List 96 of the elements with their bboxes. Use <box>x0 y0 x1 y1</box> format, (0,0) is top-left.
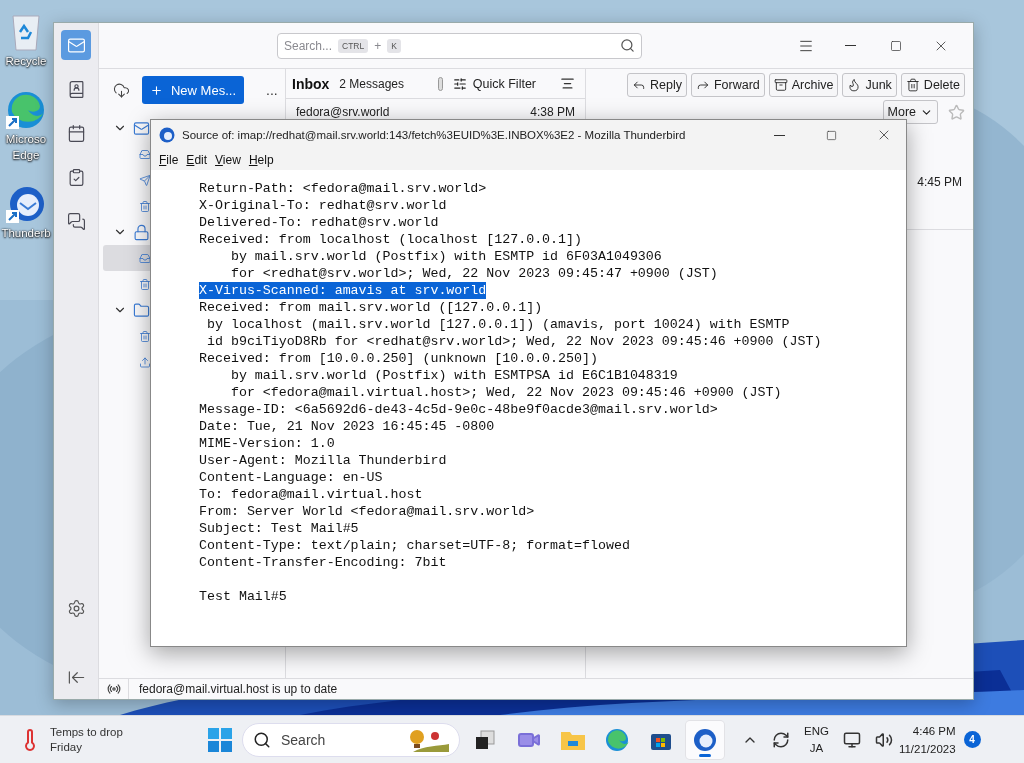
mail-button[interactable] <box>61 30 91 60</box>
desktop-icon-label: Thunderb <box>1 226 51 240</box>
edge-browser-icon <box>605 727 629 752</box>
archive-button[interactable]: Archive <box>768 73 839 97</box>
source-line: by mail.srv.world (Postfix) with ESMTPSA id E6C1B1048319 <box>229 367 678 384</box>
menu-item[interactable]: View <box>211 153 245 167</box>
source-line: by localhost (mail.srv.world [127.0.0.1]) (amavis, port 10024) with ESMTP <box>205 316 790 333</box>
connection-icon <box>106 682 121 696</box>
more-menu-button[interactable]: More <box>882 100 938 124</box>
source-line: User-Agent: Mozilla Thunderbird <box>199 452 447 469</box>
collapse-icon[interactable] <box>66 668 86 687</box>
archive-icon <box>773 78 788 92</box>
maximize-icon <box>826 129 837 141</box>
clock[interactable]: 4:46 PM 11/21/2023 <box>898 721 956 758</box>
forward-icon <box>695 78 710 92</box>
star-icon[interactable] <box>948 103 965 121</box>
filter-icon <box>452 76 467 91</box>
reply-icon <box>631 78 646 92</box>
source-line: From: Server World <fedora@mail.srv.world> <box>199 503 535 520</box>
calendar-icon <box>66 123 86 143</box>
envelope-icon <box>133 119 150 137</box>
folder-title: Inbox <box>292 75 330 92</box>
desktop-icon-label: Recycle <box>5 54 47 68</box>
source-line: Received: from localhost (localhost [127.0.0.1]) <box>199 231 582 248</box>
source-line: Content-Type: text/plain; charset=UTF-8; format=flowed <box>199 537 630 554</box>
edge-browser-icon[interactable] <box>6 90 46 130</box>
recycle-bin-icon[interactable] <box>9 12 43 52</box>
trash-icon <box>905 78 920 92</box>
message-date: 4:45 PM <box>917 175 962 189</box>
start-icon[interactable] <box>208 727 232 752</box>
source-line: Received: from mail.srv.world ([127.0.0.1]) <box>199 299 543 316</box>
sync-icon[interactable] <box>772 730 790 749</box>
desktop-icon-label: Microso <box>5 132 47 146</box>
notification-count[interactable]: 4 <box>963 731 981 748</box>
source-line: Test Mail#5 <box>199 588 287 605</box>
sender: fedora@srv.world <box>296 104 390 119</box>
quick-filter-button[interactable]: Quick Filter <box>452 76 536 91</box>
source-line: Date: Tue, 21 Nov 2023 16:45:45 -0800 <box>199 418 495 435</box>
time: 4:38 PM <box>530 104 575 119</box>
delete-button[interactable]: Delete <box>900 73 965 97</box>
flame-icon <box>847 78 862 92</box>
plus-sign: + <box>374 38 382 53</box>
task-view-icon <box>474 728 496 751</box>
source-line: Message-ID: <6a5692d6-de43-4c5d-9e0c-48be9f0acde3@mail.srv.world> <box>199 401 718 418</box>
source-line: Content-Language: en-US <box>199 469 383 486</box>
source-line: Subject: Test Mail#5 <box>199 520 359 537</box>
desktop-icon-label: Edge <box>12 148 40 162</box>
window-title: Source of: imap://redhat@mail.srv.world:143/fetch%3EUID%3E.INBOX%3E2 - Mozilla Thunderbird <box>182 129 687 141</box>
shortcut-key: K <box>387 38 401 53</box>
source-line: Return-Path: <fedora@mail.srv.world> <box>199 180 487 197</box>
menu-item[interactable]: File <box>155 153 183 167</box>
search-icon <box>253 730 271 749</box>
volume-icon[interactable] <box>874 730 893 749</box>
search-icon <box>620 38 635 53</box>
menu-item[interactable]: Help <box>244 153 278 167</box>
message-count: 2 Messages <box>339 76 405 91</box>
minimize-icon <box>845 45 856 46</box>
weather-text: Friday <box>50 739 83 755</box>
search-placeholder: Search... <box>284 38 333 53</box>
search-field[interactable]: Search <box>242 722 460 757</box>
settings-icon[interactable] <box>66 599 86 618</box>
new-message-button[interactable]: New Mes... <box>142 76 244 104</box>
search-field[interactable]: Search... CTRL + K <box>277 32 642 59</box>
weather-text: Temps to drop <box>50 724 123 740</box>
source-line: Content-Transfer-Encoding: 7bit <box>199 554 447 571</box>
view-options-icon[interactable] <box>560 76 575 91</box>
chat-bubbles-icon <box>66 211 86 231</box>
source-line: Delivered-To: redhat@srv.world <box>199 214 439 231</box>
thunderbird-icon <box>159 127 175 143</box>
shortcut-key: CTRL <box>338 38 369 53</box>
source-line: Received: from [10.0.0.250] (unknown [10.0.0.250]) <box>199 350 598 367</box>
more-button[interactable]: ... <box>260 82 284 98</box>
reply-button[interactable]: Reply <box>626 73 687 97</box>
forward-button[interactable]: Forward <box>690 73 765 97</box>
junk-button[interactable]: Junk <box>842 73 897 97</box>
minimize-icon <box>774 134 785 136</box>
source-line: for <redhat@srv.world>; Wed, 22 Nov 2023 09:45:47 +0900 (JST) <box>229 265 718 282</box>
folder-row[interactable] <box>103 245 151 271</box>
source-line: MIME-Version: 1.0 <box>199 435 335 452</box>
search-placeholder: Search <box>281 731 326 748</box>
language-indicator[interactable]: ENG JA <box>804 722 829 757</box>
toggle-switch[interactable] <box>437 76 443 91</box>
source-line: To: fedora@mail.virtual.host <box>199 486 423 503</box>
thunderbird-icon[interactable] <box>6 184 46 224</box>
cloud-download-icon <box>113 81 130 99</box>
locked-envelope-icon <box>133 223 150 241</box>
thunderbird-icon <box>693 727 717 752</box>
folder-icon <box>133 301 150 319</box>
source-line: id b9ciTiyoD8Rb for <redhat@srv.world>; Wed, 22 Nov 2023 09:45:46 +0900 (JST) <box>205 333 822 350</box>
menu-item[interactable]: Edit <box>182 153 212 167</box>
source-line: by mail.srv.world (Postfix) with ESMTP id 6F03A1049306 <box>229 248 662 265</box>
status-text: fedora@mail.virtual.host is up to date <box>139 682 338 696</box>
maximize-icon <box>889 39 902 52</box>
source-line: X-Original-To: redhat@srv.world <box>199 197 447 214</box>
network-icon[interactable] <box>842 730 861 749</box>
source-line: for <fedora@mail.virtual.host>; Wed, 22 Nov 2023 09:45:46 +0900 (JST) <box>229 384 782 401</box>
